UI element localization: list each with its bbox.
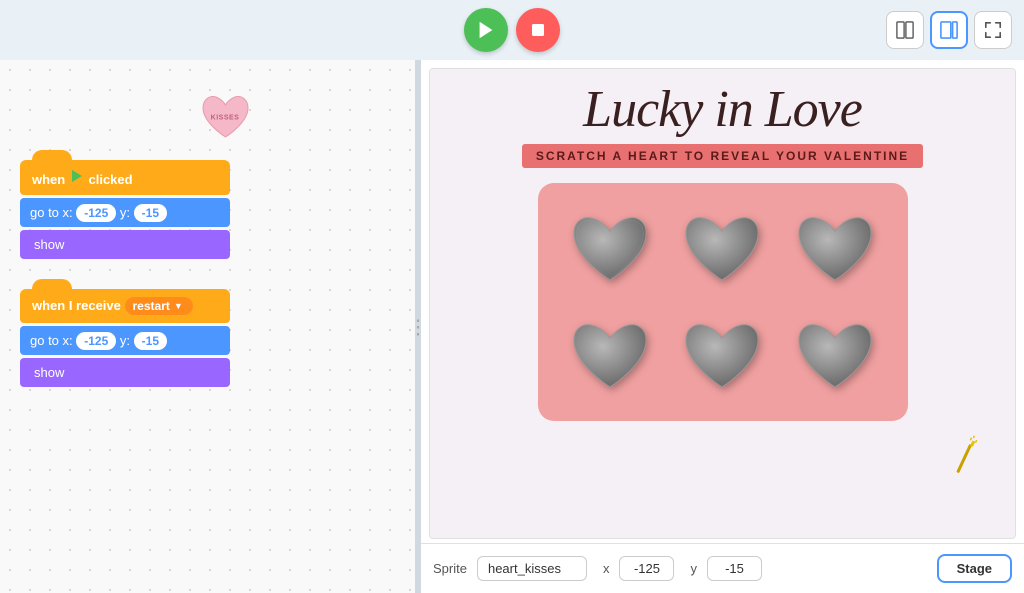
- green-flag-button[interactable]: [464, 8, 508, 52]
- stage-button[interactable]: Stage: [937, 554, 1012, 583]
- block-group-receive: when I receive restart ▼ go to x: -125 y…: [20, 289, 230, 387]
- kisses-sprite: KISSES: [198, 90, 253, 145]
- show-block-1[interactable]: show: [20, 230, 230, 259]
- block-group-when-flag: when clicked go to x: -125 y: -15: [20, 160, 230, 259]
- restart-dropdown[interactable]: restart ▼: [125, 297, 193, 315]
- blocks-area: when clicked go to x: -125 y: -15: [20, 160, 230, 417]
- heart-card-2[interactable]: [672, 201, 772, 296]
- hearts-container: [538, 183, 908, 421]
- y-label-1: y:: [120, 205, 130, 220]
- y-label-2: y:: [120, 333, 130, 348]
- layout-button-2[interactable]: [930, 11, 968, 49]
- clicked-text: clicked: [88, 172, 132, 187]
- heart-card-6[interactable]: [785, 308, 885, 403]
- panel-divider: [415, 60, 421, 593]
- main-content: KISSES when clicked: [0, 60, 1024, 593]
- show-block-2[interactable]: show: [20, 358, 230, 387]
- stop-button[interactable]: [516, 8, 560, 52]
- motion-block-1[interactable]: go to x: -125 y: -15: [20, 198, 230, 227]
- go-to-label-2: go to x:: [30, 333, 73, 348]
- bottom-bar: Sprite heart_kisses x -125 y -15 Stage: [421, 543, 1024, 593]
- toolbar: [0, 0, 1024, 60]
- wand-icon: [940, 433, 991, 488]
- sprite-label: Sprite: [433, 561, 467, 576]
- heart-card-1[interactable]: [560, 201, 660, 296]
- heart-card-3[interactable]: [785, 201, 885, 296]
- restart-label: restart: [133, 299, 170, 313]
- x-input-2[interactable]: -125: [76, 332, 116, 350]
- stage-panel: Lucky in Love SCRATCH A HEART TO REVEAL …: [421, 60, 1024, 593]
- x-input-1[interactable]: -125: [76, 204, 116, 222]
- layout-button-1[interactable]: [886, 11, 924, 49]
- y-coord-field[interactable]: -15: [707, 556, 762, 581]
- heart-card-5[interactable]: [672, 308, 772, 403]
- sprite-name-field[interactable]: heart_kisses: [477, 556, 587, 581]
- kisses-heart: KISSES: [198, 90, 253, 145]
- y-input-1[interactable]: -15: [134, 204, 167, 222]
- hat-block-flag[interactable]: when clicked: [20, 160, 230, 195]
- game-title: Lucky in Love: [583, 84, 862, 136]
- y-input-2[interactable]: -15: [134, 332, 167, 350]
- dropdown-arrow-icon: ▼: [174, 301, 183, 311]
- stage-area: Lucky in Love SCRATCH A HEART TO REVEAL …: [429, 68, 1016, 539]
- kisses-label: KISSES: [211, 114, 240, 121]
- x-coord-field[interactable]: -125: [619, 556, 674, 581]
- code-panel: KISSES when clicked: [0, 60, 415, 593]
- heart-card-4[interactable]: [560, 308, 660, 403]
- fullscreen-button[interactable]: [974, 11, 1012, 49]
- toolbar-controls: [886, 11, 1012, 49]
- motion-block-2[interactable]: go to x: -125 y: -15: [20, 326, 230, 355]
- game-background: Lucky in Love SCRATCH A HEART TO REVEAL …: [430, 69, 1015, 538]
- flag-icon: [69, 168, 85, 184]
- show-label-2: show: [34, 365, 64, 380]
- show-label-1: show: [34, 237, 64, 252]
- y-coord-label: y: [690, 561, 697, 576]
- when-text: when: [32, 172, 65, 187]
- game-subtitle: SCRATCH A HEART TO REVEAL YOUR VALENTINE: [522, 144, 923, 168]
- x-coord-label: x: [603, 561, 610, 576]
- go-to-label-1: go to x:: [30, 205, 73, 220]
- when-receive-text: when I receive: [32, 298, 121, 313]
- event-block-receive[interactable]: when I receive restart ▼: [20, 289, 230, 323]
